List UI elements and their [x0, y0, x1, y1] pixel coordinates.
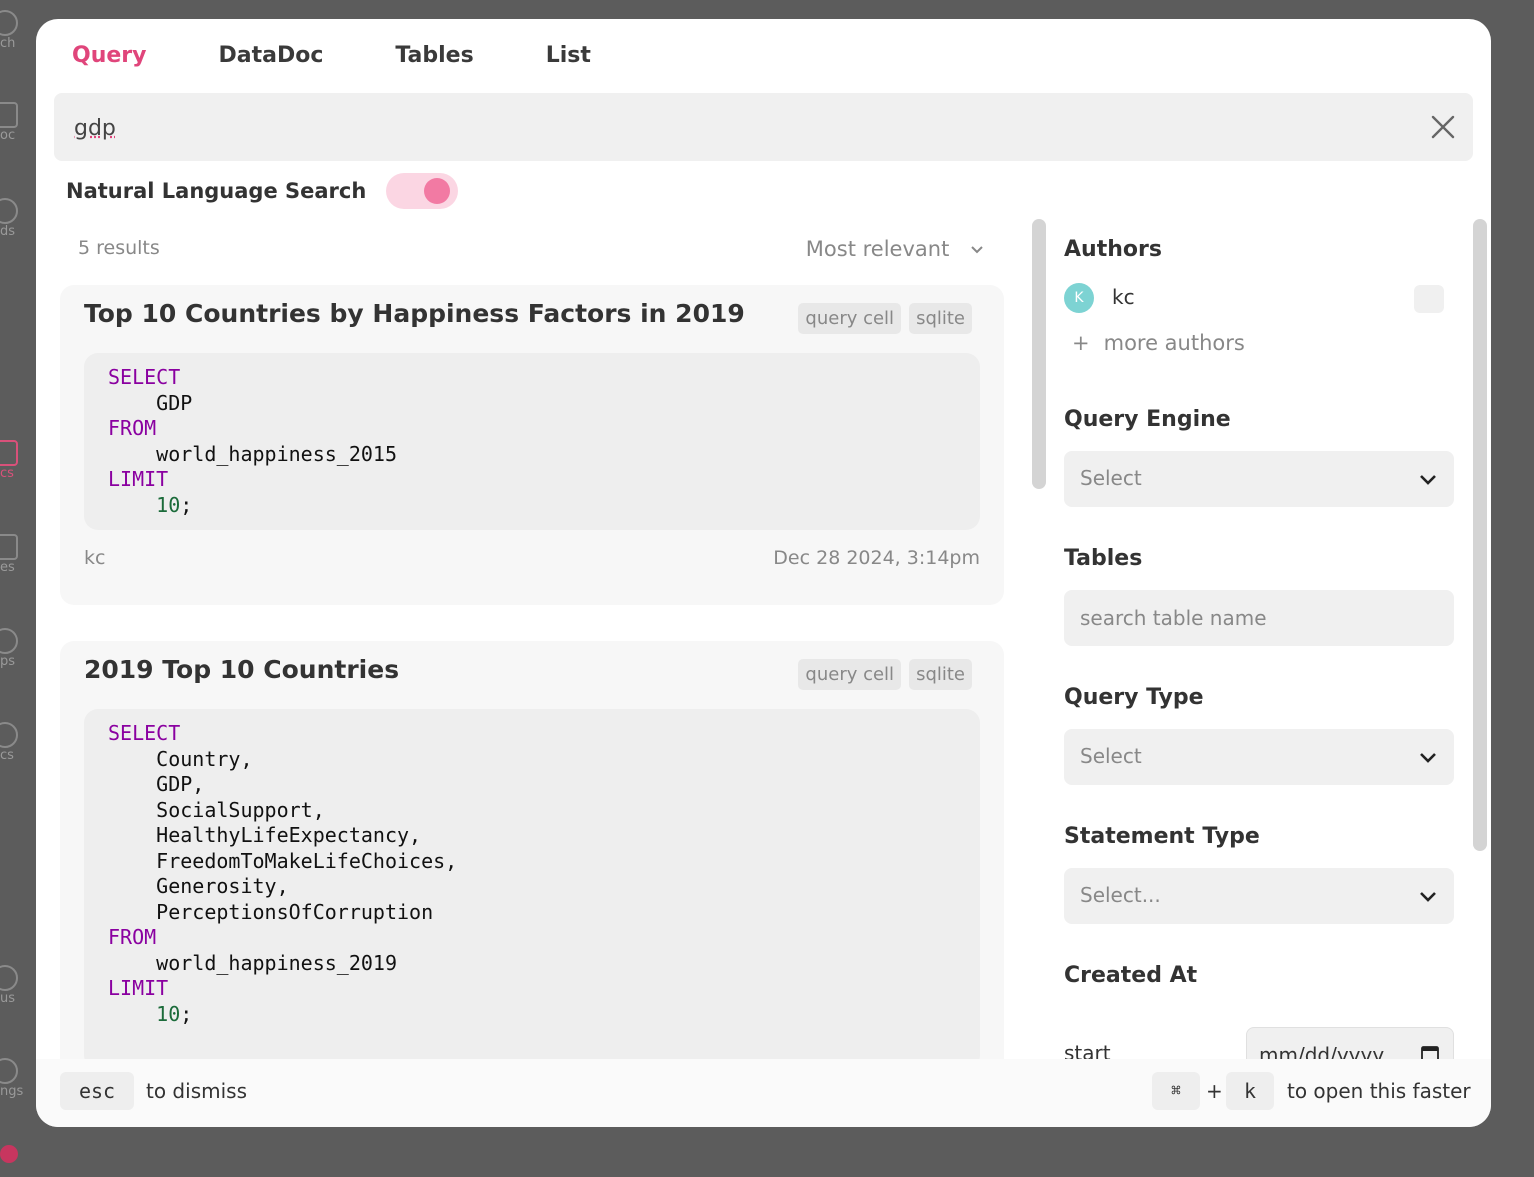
- result-tags: query cell sqlite: [798, 303, 972, 334]
- result-title: Top 10 Countries by Happiness Factors in…: [84, 299, 745, 328]
- esc-key: esc: [60, 1072, 134, 1110]
- bg-nav-status: us: [0, 965, 36, 1006]
- tab-query[interactable]: Query: [72, 43, 146, 68]
- result-meta: kc Dec 28 2024, 3:14pm: [84, 547, 980, 569]
- tag-engine: sqlite: [909, 659, 972, 690]
- chevron-down-icon: [1420, 753, 1436, 763]
- query-type-title: Query Type: [1064, 685, 1204, 710]
- bg-nav-search: ch: [0, 10, 36, 51]
- result-card[interactable]: 2019 Top 10 Countries query cell sqlite …: [60, 641, 1004, 1059]
- query-engine-select[interactable]: Select: [1064, 451, 1454, 507]
- date-placeholder: mm/dd/yyyy: [1259, 1043, 1385, 1059]
- query-type-value: Select: [1080, 744, 1142, 768]
- sort-label: Most relevant: [805, 237, 950, 261]
- chevron-down-icon: [1420, 892, 1436, 902]
- statement-type-title: Statement Type: [1064, 824, 1260, 849]
- calendar-icon[interactable]: [1421, 1045, 1439, 1059]
- more-authors-button[interactable]: + more authors: [1072, 331, 1245, 355]
- natural-language-search-toggle[interactable]: [386, 173, 459, 209]
- statement-type-select[interactable]: Select...: [1064, 868, 1454, 924]
- notification-dot: [0, 1145, 18, 1163]
- bg-nav-tables: es: [0, 534, 36, 575]
- query-engine-value: Select: [1080, 466, 1142, 490]
- toggle-knob: [424, 178, 451, 204]
- sort-dropdown[interactable]: Most relevant: [806, 237, 984, 261]
- tab-datadoc[interactable]: DataDoc: [218, 43, 323, 68]
- chevron-down-icon: [1420, 475, 1436, 485]
- query-icon: [0, 440, 18, 466]
- query-code: SELECT GDP FROM world_happiness_2015 LIM…: [84, 353, 980, 530]
- bg-nav-apps: ps: [0, 628, 36, 669]
- created-at-start-row: start mm/dd/yyyy: [1064, 1019, 1456, 1059]
- result-card[interactable]: Top 10 Countries by Happiness Factors in…: [60, 285, 1004, 605]
- results-header: 5 results Most relevant: [78, 237, 1004, 267]
- author-name: kc: [1112, 285, 1135, 309]
- cmd-key: ⌘: [1152, 1072, 1200, 1110]
- tag-engine: sqlite: [909, 303, 972, 334]
- gear-icon: [0, 1058, 18, 1084]
- start-label: start: [1064, 1041, 1111, 1059]
- author-option[interactable]: K kc: [1064, 283, 1444, 313]
- natural-language-search-label: Natural Language Search: [66, 179, 367, 203]
- circle-icon: [0, 198, 18, 224]
- tag-type: query cell: [798, 303, 902, 334]
- start-date-input[interactable]: mm/dd/yyyy: [1246, 1027, 1454, 1059]
- bg-nav-docs: cs: [0, 722, 36, 763]
- result-title: 2019 Top 10 Countries: [84, 655, 400, 684]
- query-type-select[interactable]: Select: [1064, 729, 1454, 785]
- statement-type-value: Select...: [1080, 883, 1161, 907]
- bg-nav-boards: ds: [0, 198, 36, 239]
- more-authors-label: more authors: [1103, 331, 1245, 355]
- natural-language-search-row: Natural Language Search: [66, 173, 459, 209]
- status-icon: [0, 965, 18, 991]
- plus-sign: +: [1206, 1079, 1223, 1103]
- result-tags: query cell sqlite: [798, 659, 972, 690]
- chevron-right-icon: [0, 628, 18, 654]
- authors-title: Authors: [1064, 237, 1162, 262]
- search-type-tabs: Query DataDoc Tables List: [72, 43, 663, 68]
- query-code: SELECT Country, GDP, SocialSupport, Heal…: [84, 709, 980, 1059]
- query-engine-title: Query Engine: [1064, 407, 1231, 432]
- results-count: 5 results: [78, 237, 160, 259]
- plus-icon: +: [1072, 331, 1090, 355]
- help-icon: [0, 722, 18, 748]
- avatar: K: [1064, 283, 1094, 313]
- k-key: k: [1226, 1072, 1274, 1110]
- table-search-input[interactable]: [1064, 590, 1454, 646]
- tables-title: Tables: [1064, 546, 1143, 571]
- author-checkbox[interactable]: [1414, 285, 1444, 313]
- tag-type: query cell: [798, 659, 902, 690]
- filter-panel: Authors K kc + more authors Query Engine …: [1064, 219, 1456, 1059]
- bg-nav-settings: ngs: [0, 1058, 36, 1099]
- bg-nav-doc: oc: [0, 102, 36, 143]
- open-faster-hint: to open this faster: [1287, 1079, 1471, 1103]
- results-list: 5 results Most relevant Top 10 Countries…: [60, 219, 1004, 1059]
- dismiss-hint: to dismiss: [146, 1079, 247, 1103]
- result-date: Dec 28 2024, 3:14pm: [773, 547, 980, 569]
- tab-tables[interactable]: Tables: [395, 43, 473, 68]
- bg-nav-queries: cs: [0, 440, 36, 481]
- modal-footer: esc to dismiss ⌘ + k to open this faster: [36, 1059, 1491, 1127]
- results-scrollbar[interactable]: [1032, 219, 1046, 489]
- result-author: kc: [84, 547, 106, 569]
- search-icon: [0, 10, 18, 36]
- tab-list[interactable]: List: [546, 43, 591, 68]
- chevron-down-icon: [971, 246, 983, 254]
- filters-scrollbar[interactable]: [1473, 219, 1487, 851]
- background-sidebar: ch oc ds cs es ps cs us ngs: [0, 0, 36, 1177]
- created-at-title: Created At: [1064, 963, 1198, 988]
- search-bar: [54, 93, 1473, 161]
- close-icon[interactable]: [1429, 113, 1457, 141]
- edit-icon: [0, 102, 18, 128]
- search-modal: Query DataDoc Tables List Natural Langua…: [36, 19, 1491, 1127]
- table-icon: [0, 534, 18, 560]
- search-input[interactable]: [72, 107, 1376, 149]
